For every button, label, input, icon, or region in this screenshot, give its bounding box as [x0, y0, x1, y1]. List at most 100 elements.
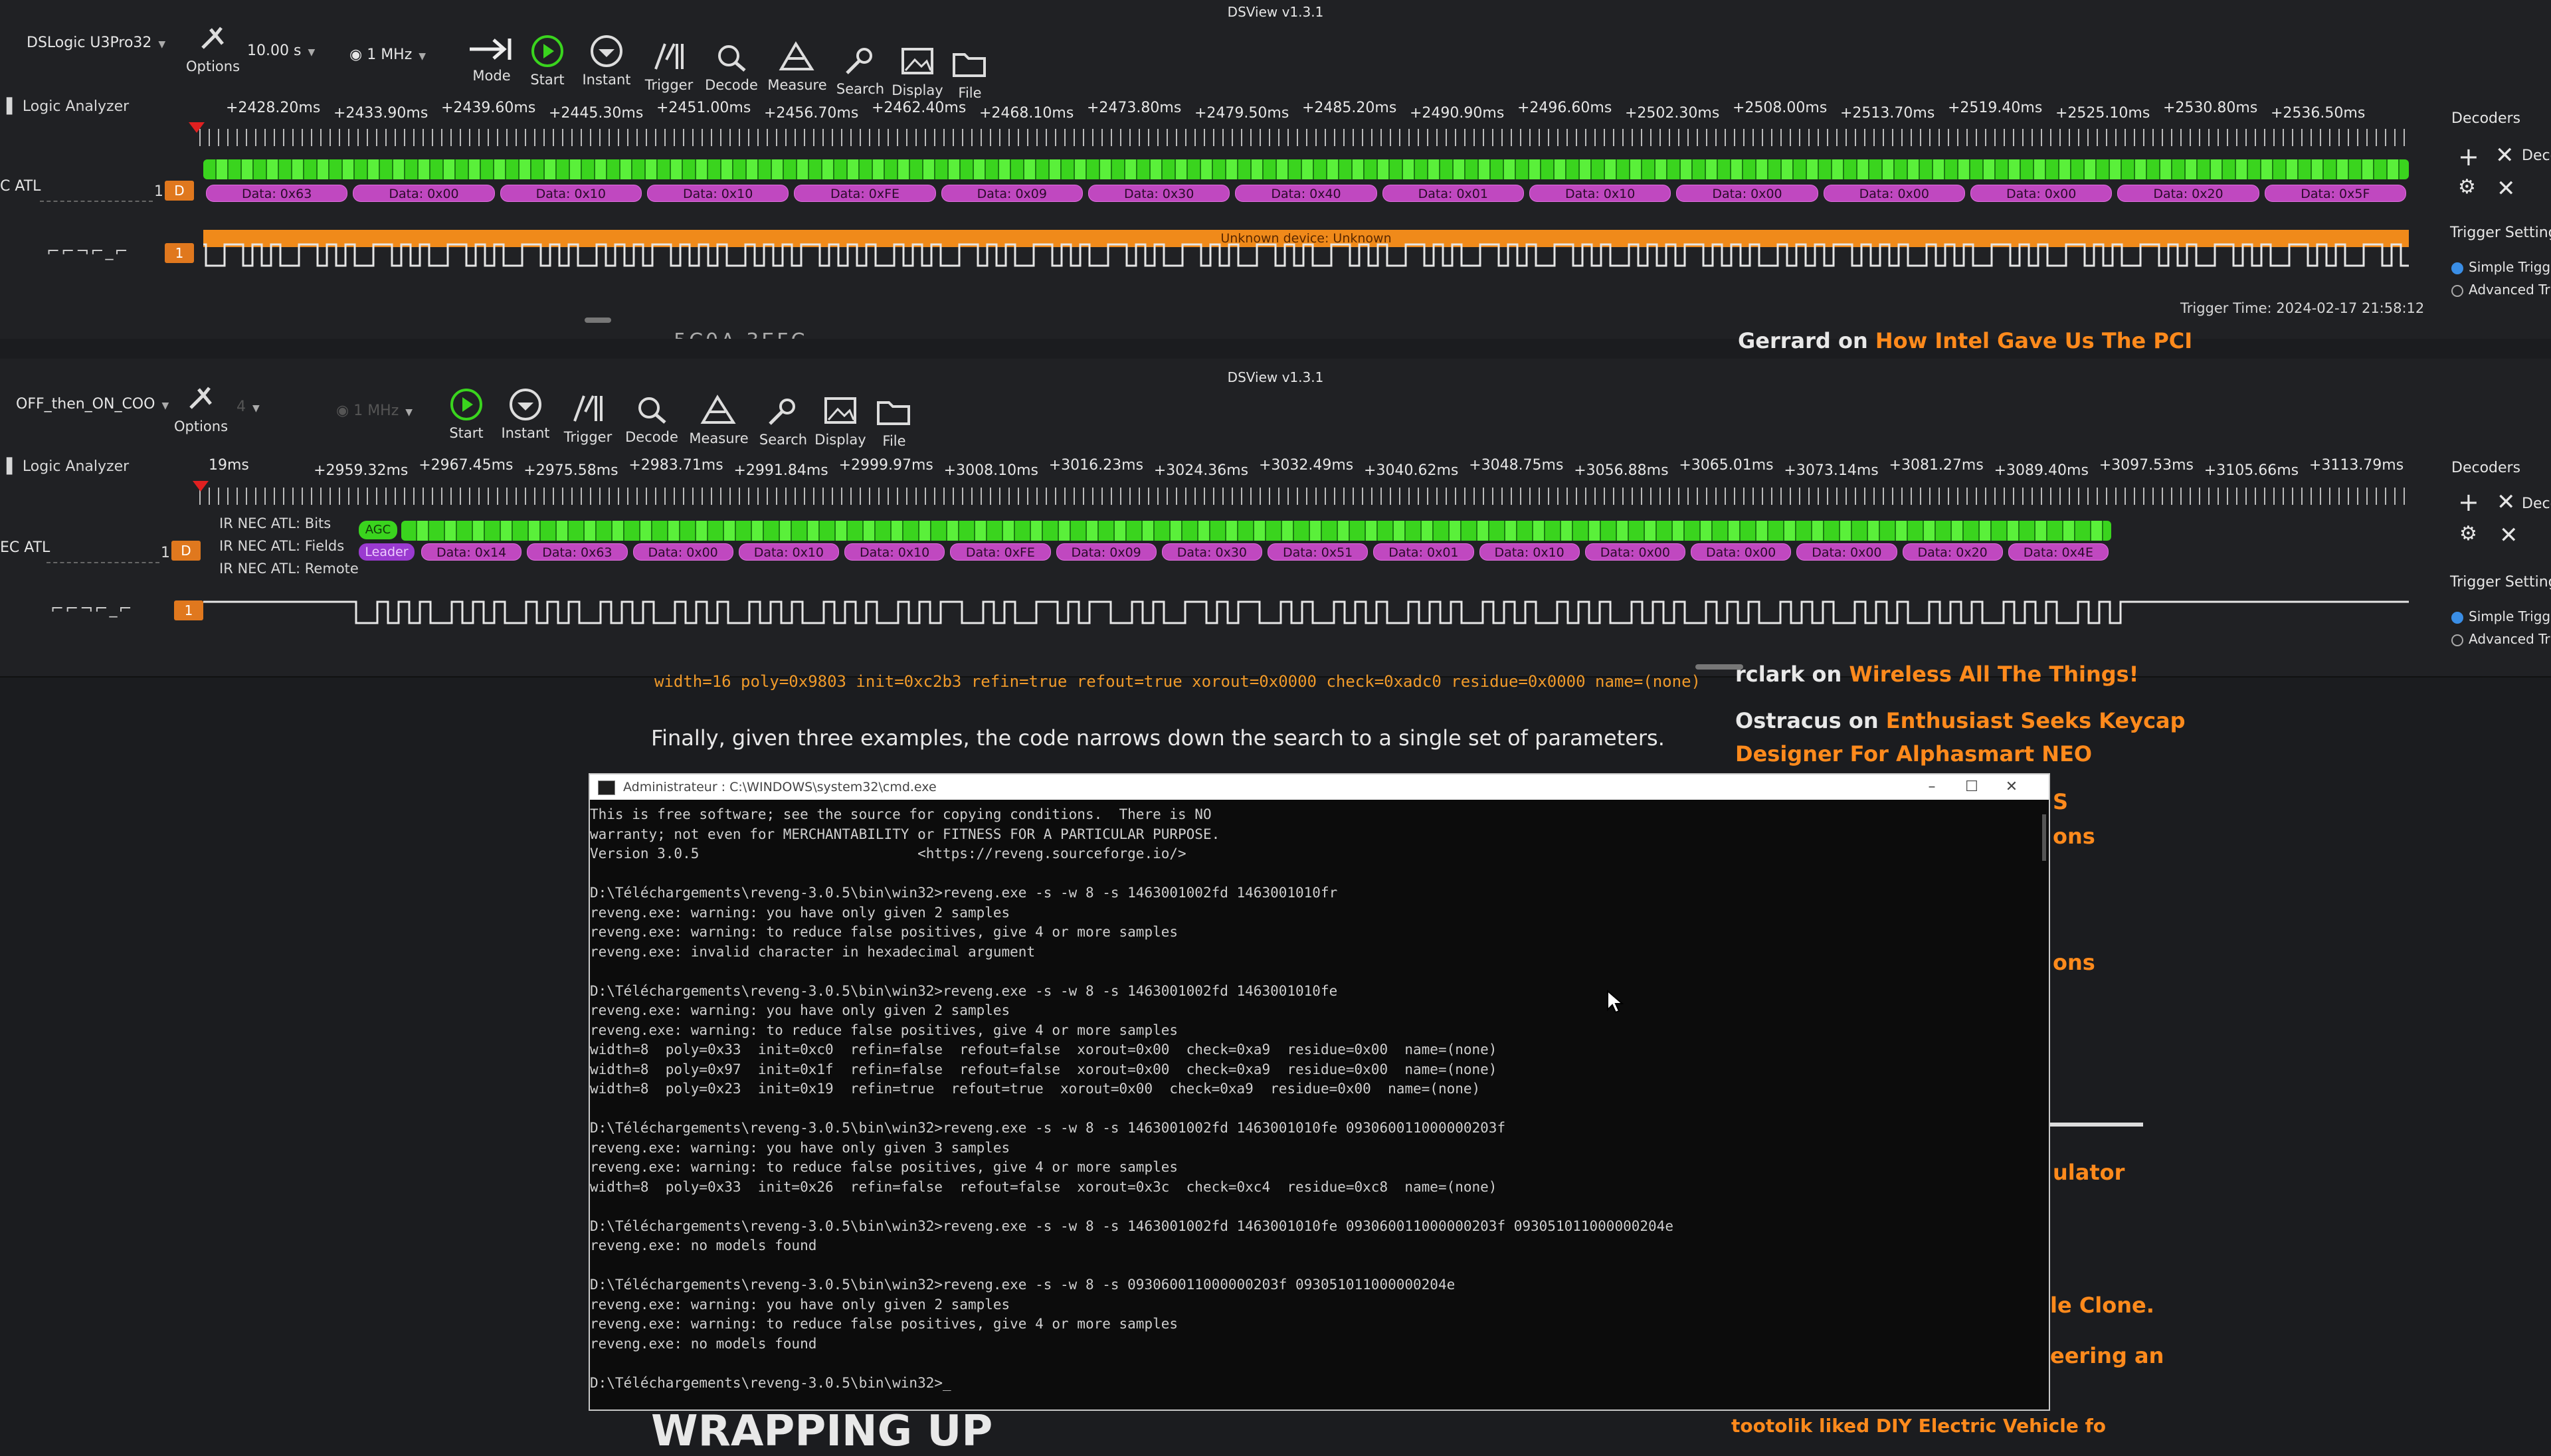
horizontal-scrollbar[interactable] — [585, 318, 611, 323]
comment-link[interactable]: Enthusiast Seeks Keycap — [1886, 708, 2186, 733]
decoded-data-cell[interactable]: Data: 0x30 — [1161, 543, 1262, 561]
ruler-label: +3056.88ms — [1574, 462, 1669, 479]
decode-icon — [638, 397, 666, 424]
decoded-data-cell[interactable]: Data: 0x10 — [738, 543, 839, 561]
close-icon[interactable]: ✕ — [2497, 489, 2516, 515]
device-select[interactable]: OFF_then_ON_COO ▼ — [16, 396, 169, 412]
samplerate-select[interactable]: ◉ 1 MHz ▼ — [349, 46, 426, 63]
measure-button[interactable]: Measure — [686, 393, 752, 446]
file-button[interactable]: File — [868, 396, 921, 449]
display-button[interactable]: Display — [888, 45, 947, 98]
decoded-data-cell[interactable]: Data: 0x01 — [1382, 185, 1524, 202]
decode-button[interactable]: Decode — [622, 392, 682, 445]
simple-trigger-radio[interactable]: Simple Trigger — [2451, 608, 2551, 624]
measure-button[interactable]: Measure — [764, 40, 830, 93]
add-decoder-icon[interactable]: + — [2458, 142, 2479, 171]
decoder-badge[interactable]: D — [165, 181, 194, 201]
decoded-data-cell[interactable]: Data: 0xFE — [950, 543, 1051, 561]
duration-select[interactable]: 10.00 s ▼ — [247, 43, 315, 59]
decoded-data-cell[interactable]: Data: 0x14 — [421, 543, 522, 561]
trigger-button[interactable]: Trigger — [639, 40, 699, 93]
search-button[interactable]: Search — [830, 44, 890, 97]
decoded-data-cell[interactable]: Data: 0x10 — [1529, 185, 1671, 202]
decoded-data-cell[interactable]: Data: 0x00 — [632, 543, 733, 561]
samplerate-select[interactable]: ◉ 1 MHz ▼ — [336, 403, 413, 419]
advanced-trigger-radio[interactable]: Advanced Trigg — [2451, 631, 2551, 647]
decoded-data-cell[interactable]: Data: 0x00 — [1970, 185, 2113, 202]
trigger-marker[interactable] — [189, 122, 205, 133]
mouse-cursor — [1607, 990, 1624, 1014]
channel-badge[interactable]: 1 — [165, 243, 194, 263]
comment-top: Gerrard on How Intel Gave Us The PCI — [1738, 328, 2193, 353]
decoded-data-cell[interactable]: Data: 0x00 — [1823, 185, 1965, 202]
decoded-data-cell[interactable]: Data: 0x09 — [1056, 543, 1157, 561]
decoded-data-cell[interactable]: Data: 0x01 — [1373, 543, 1474, 561]
duration-select[interactable]: 4 ▼ — [236, 399, 260, 415]
start-button[interactable]: Start — [440, 388, 493, 441]
agc-chip: AGC — [359, 521, 397, 539]
close-icon[interactable]: ✕ — [2497, 175, 2516, 202]
decoded-data-cell[interactable]: Data: 0x5F — [2264, 185, 2406, 202]
display-button[interactable]: Display — [810, 395, 870, 448]
start-button[interactable]: Start — [521, 35, 574, 88]
edge-trigger-icon[interactable]: ⌐⌐¬⌐_⌐ — [47, 242, 130, 260]
ruler-label: +2445.30ms — [549, 105, 644, 122]
cmd-titlebar[interactable]: Administrateur : C:\WINDOWS\system32\cmd… — [590, 774, 2049, 800]
advanced-trigger-radio[interactable]: Advanced Trigg — [2451, 282, 2551, 298]
decoded-data-cell[interactable]: Data: 0x20 — [2117, 185, 2259, 202]
ruler-label: +3097.53ms — [2099, 457, 2194, 474]
edge-trigger-icon[interactable]: ⌐⌐¬⌐_⌐ — [50, 599, 134, 618]
mode-button[interactable]: Mode — [465, 35, 518, 84]
decoded-data-cell[interactable]: Data: 0x00 — [353, 185, 495, 202]
close-icon[interactable]: ✕ — [2499, 522, 2518, 549]
time-ruler: 19ms +2959.32ms +2967.45ms +2975.58ms +2983.… — [209, 457, 2405, 484]
search-button[interactable]: Search — [753, 395, 813, 448]
decoder-badge[interactable]: D — [171, 541, 201, 561]
decoded-data-cell[interactable]: Data: 0x09 — [941, 185, 1083, 202]
maximize-button[interactable]: ☐ — [1952, 774, 1992, 800]
decoded-data-cell[interactable]: Data: 0x10 — [844, 543, 945, 561]
instant-button[interactable]: Instant — [577, 35, 636, 88]
decoded-data-cell[interactable]: Data: 0x63 — [206, 185, 348, 202]
decode-button[interactable]: Decode — [702, 40, 761, 93]
decoded-data-cell[interactable]: Data: 0x00 — [1584, 543, 1685, 561]
trigger-marker[interactable] — [193, 481, 209, 492]
settings-icon[interactable]: ⚙ — [2459, 522, 2477, 545]
signal-waveform — [203, 600, 2409, 624]
search-icon — [769, 399, 795, 425]
simple-trigger-radio[interactable]: Simple Trigger — [2451, 259, 2551, 275]
cmd-output[interactable]: This is free software; see the source fo… — [590, 800, 2049, 1393]
decoded-data-cell[interactable]: Data: 0x51 — [1268, 543, 1369, 561]
channel-badge[interactable]: 1 — [174, 600, 203, 620]
window-title: DSView v1.3.1 — [1227, 369, 1324, 385]
decoded-data-cell[interactable]: Data: 0x63 — [527, 543, 628, 561]
cmd-window[interactable]: Administrateur : C:\WINDOWS\system32\cmd… — [589, 773, 2050, 1411]
close-icon[interactable]: ✕ — [2495, 142, 2514, 169]
close-button[interactable]: ✕ — [1992, 774, 2031, 800]
decoded-data-cell[interactable]: Data: 0x10 — [647, 185, 789, 202]
options-button[interactable]: Options — [174, 381, 228, 434]
decoded-data-cell[interactable]: Data: 0x10 — [1479, 543, 1580, 561]
vertical-scrollbar[interactable] — [2042, 814, 2046, 861]
instant-button[interactable]: Instant — [496, 388, 555, 441]
decoded-data-cell[interactable]: Data: 0x30 — [1088, 185, 1230, 202]
options-button[interactable]: Options — [186, 21, 240, 74]
signal-waveform — [203, 243, 2409, 267]
decoded-data-cell[interactable]: Data: 0x20 — [1902, 543, 2003, 561]
decoded-data-cell[interactable]: Data: 0x10 — [500, 185, 642, 202]
ruler-label: +3016.23ms — [1048, 457, 1144, 474]
decoded-data-cell[interactable]: Data: 0x00 — [1676, 185, 1818, 202]
decoded-data-cell[interactable]: Data: 0x40 — [1235, 185, 1377, 202]
decoded-data-cell[interactable]: Data: 0x00 — [1796, 543, 1897, 561]
decoded-data-cell[interactable]: Data: 0x4E — [2008, 543, 2109, 561]
trigger-button[interactable]: Trigger — [558, 392, 618, 445]
add-decoder-icon[interactable]: + — [2458, 488, 2479, 517]
device-select[interactable]: DSLogic U3Pro32 ▼ — [27, 35, 165, 51]
minimize-button[interactable]: – — [1912, 774, 1952, 800]
decoded-data-cell[interactable]: Data: 0xFE — [794, 185, 936, 202]
comment-fragment: S — [2053, 789, 2069, 814]
settings-icon[interactable]: ⚙ — [2458, 175, 2476, 199]
comment-link-cont[interactable]: Designer For Alphasmart NEO — [1735, 741, 2092, 767]
decoded-data-cell[interactable]: Data: 0x00 — [1691, 543, 1792, 561]
file-button[interactable]: File — [943, 48, 996, 101]
